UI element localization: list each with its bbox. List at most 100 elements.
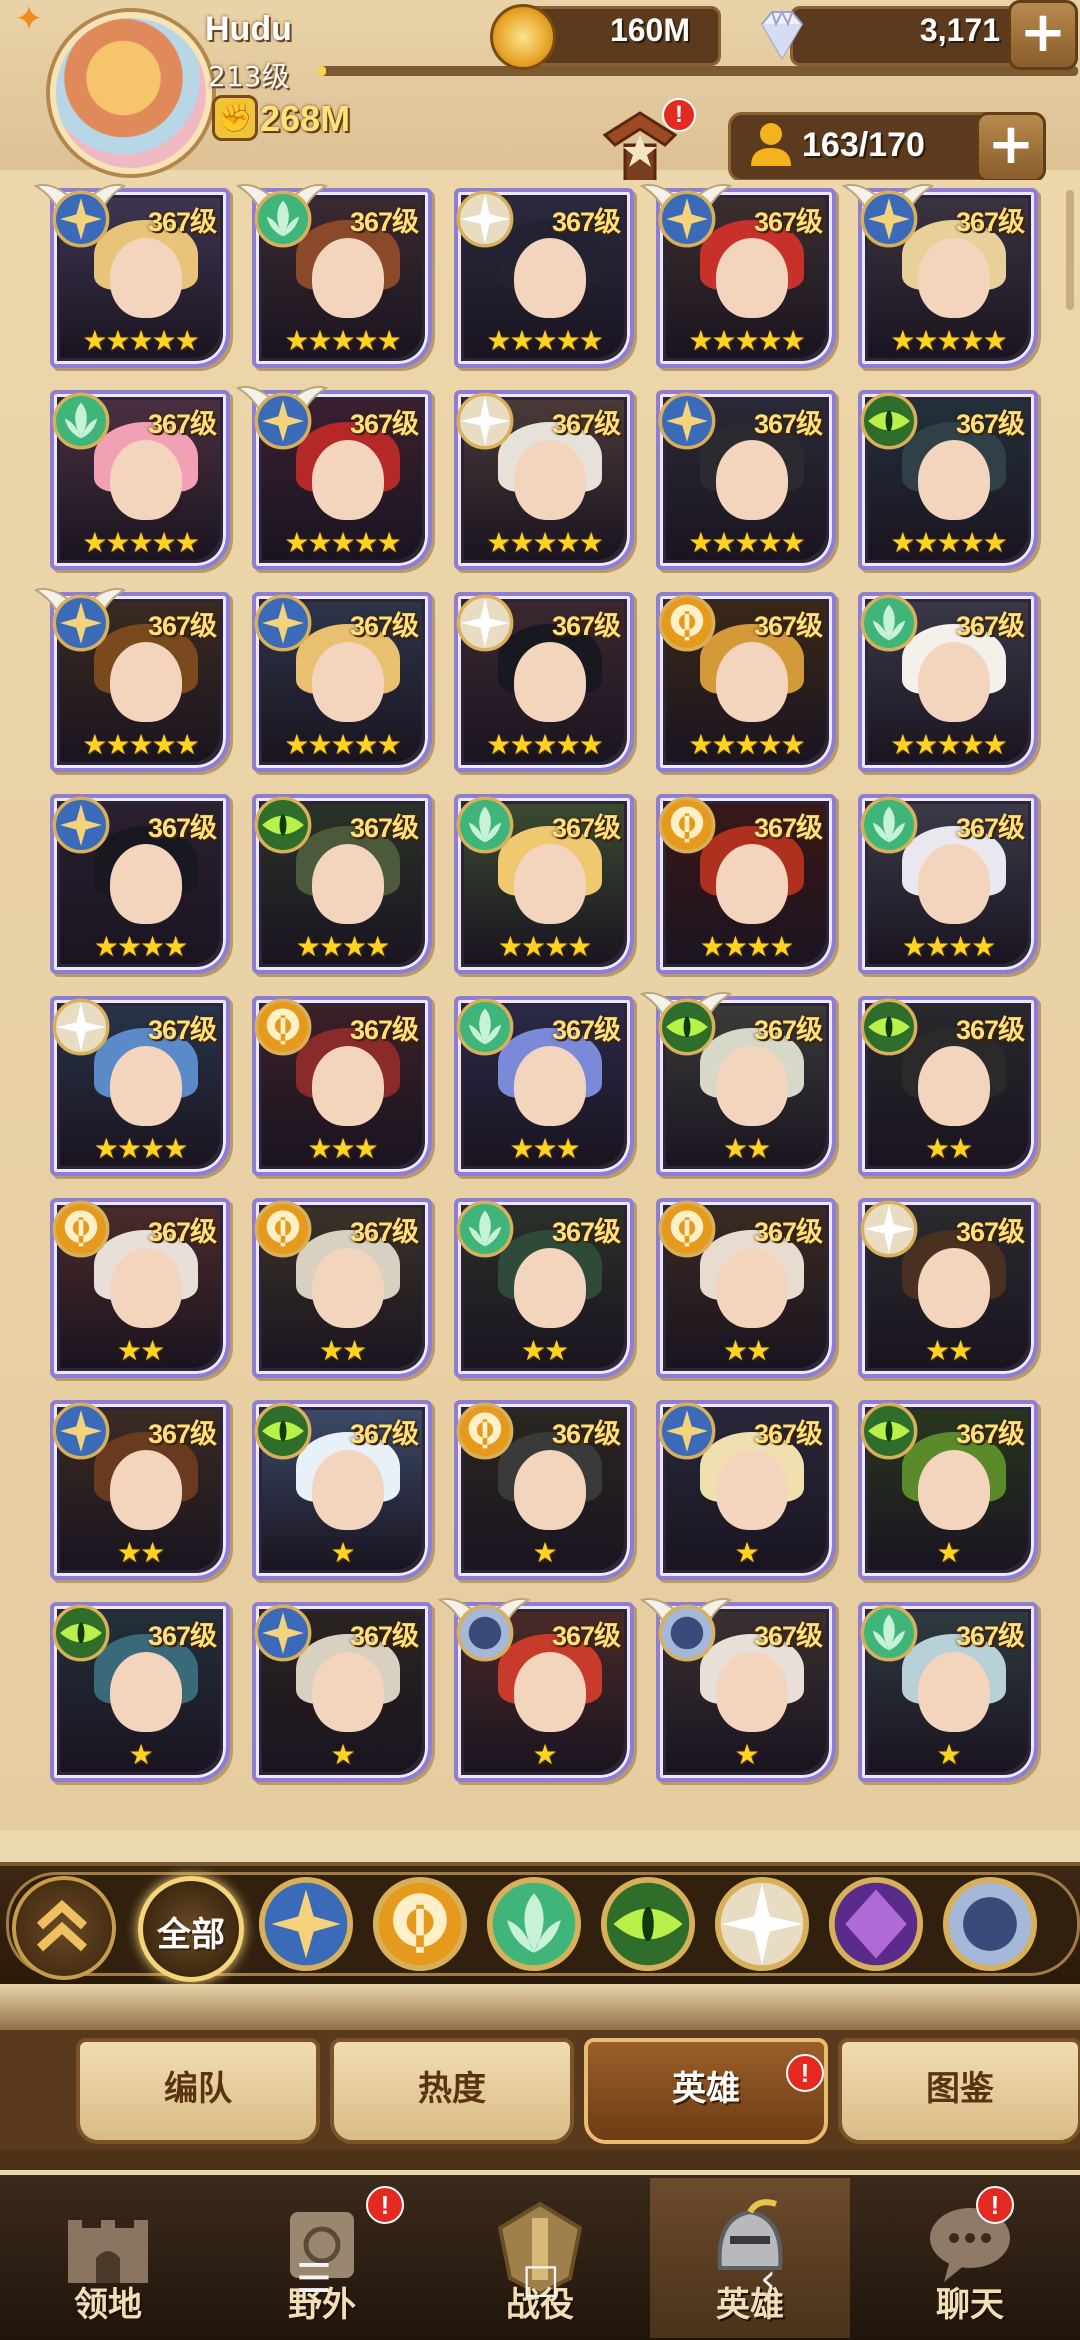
person-icon xyxy=(751,123,791,166)
hero-stars: ★★★★ xyxy=(93,1132,188,1165)
hero-level: 367级 xyxy=(551,1015,621,1045)
hero-level: 367级 xyxy=(147,1621,217,1651)
xp-bar-fill xyxy=(318,66,326,76)
buy-gems-button[interactable]: + xyxy=(1008,0,1078,70)
filter-lightbearer-button[interactable] xyxy=(258,1876,354,1972)
hero-face xyxy=(110,1652,182,1732)
hero-level: 367级 xyxy=(147,1419,217,1449)
tab-formation[interactable]: 编队 xyxy=(76,2038,320,2144)
hero-level: 367级 xyxy=(551,207,621,237)
hero-stars: ★★★★ xyxy=(295,930,390,963)
expand-roster-button[interactable]: + xyxy=(976,112,1046,182)
hero-stars: ★ xyxy=(128,1738,153,1771)
gold-value: 160M xyxy=(609,12,690,48)
hero-face xyxy=(716,1046,788,1126)
hero-stars: ★ xyxy=(532,1536,557,1569)
nav-territory[interactable]: 领地 xyxy=(8,2178,208,2338)
hero-stars: ★ xyxy=(330,1738,355,1771)
hero-stars: ★★ xyxy=(722,1334,771,1367)
hero-level: 367级 xyxy=(349,409,419,439)
hero-face xyxy=(110,238,182,318)
hero-face xyxy=(716,1652,788,1732)
hero-stars: ★★★★★ xyxy=(284,324,402,357)
hero-faction-graveborn-icon xyxy=(860,998,918,1056)
hero-faction-graveborn-icon xyxy=(52,1604,110,1662)
collapse-filters-button[interactable] xyxy=(12,1876,116,1980)
hero-face xyxy=(716,1248,788,1328)
filter-hypogean-button[interactable] xyxy=(828,1876,924,1972)
hero-level: 367级 xyxy=(955,1419,1025,1449)
filter-celestial-button[interactable] xyxy=(714,1876,810,1972)
hero-level: 367级 xyxy=(551,813,621,843)
hero-stars: ★★★★★ xyxy=(486,728,604,761)
hero-stars: ★★★★★ xyxy=(82,728,200,761)
nav-chat[interactable]: 聊天 xyxy=(870,2178,1070,2338)
hero-face xyxy=(514,642,586,722)
hero-stars: ★★★★★ xyxy=(688,728,806,761)
hero-faction-lightbearer-icon xyxy=(254,1604,312,1662)
system-menu-button[interactable]: ☰ xyxy=(296,2256,332,2302)
hero-face xyxy=(918,844,990,924)
hero-stars: ★★★★★ xyxy=(82,324,200,357)
hero-stars: ★ xyxy=(330,1536,355,1569)
hero-face xyxy=(312,1248,384,1328)
hero-faction-mauler-icon xyxy=(658,796,716,854)
hero-faction-graveborn-icon xyxy=(860,1402,918,1460)
hero-face xyxy=(918,440,990,520)
hero-faction-lightbearer-icon xyxy=(658,190,716,248)
hero-faction-celestial-icon xyxy=(52,998,110,1056)
hero-faction-wilder-icon xyxy=(456,998,514,1056)
hero-level: 367级 xyxy=(349,207,419,237)
hero-face xyxy=(110,1046,182,1126)
hero-stars: ★★★★ xyxy=(901,930,996,963)
system-home-button[interactable]: □ xyxy=(522,2256,560,2302)
tab-popularity[interactable]: 热度 xyxy=(330,2038,574,2144)
tab-heroes-label: 英雄 xyxy=(672,2069,740,2109)
hero-face xyxy=(918,1248,990,1328)
hero-faction-wilder-icon xyxy=(860,796,918,854)
hero-face xyxy=(514,1046,586,1126)
hero-face xyxy=(716,642,788,722)
hero-face xyxy=(514,1652,586,1732)
hero-face xyxy=(716,1450,788,1530)
hero-stars: ★★★★★ xyxy=(890,526,1008,559)
player-avatar[interactable] xyxy=(50,12,212,174)
hero-faction-wilder-icon xyxy=(456,1200,514,1258)
hero-level: 367级 xyxy=(349,611,419,641)
power-value: 268M xyxy=(260,98,351,139)
hero-faction-wilder-icon xyxy=(860,594,918,652)
hero-faction-celestial-icon xyxy=(456,190,514,248)
hero-stars: ★★ xyxy=(722,1132,771,1165)
tab-formation-label: 编队 xyxy=(164,2069,232,2109)
hero-face xyxy=(110,1450,182,1530)
filter-wilder-button[interactable] xyxy=(486,1876,582,1972)
filter-all-button[interactable]: 全部 xyxy=(138,1876,244,1982)
nav-territory-label: 领地 xyxy=(74,2285,142,2325)
hero-faction-dimensional-icon xyxy=(658,1604,716,1662)
avatar-frame-star-icon: ✦ xyxy=(14,0,44,39)
tab-collection[interactable]: 图鉴 xyxy=(838,2038,1080,2144)
filter-dimensional-button[interactable] xyxy=(942,1876,1038,1972)
hero-level: 367级 xyxy=(349,1621,419,1651)
hero-faction-celestial-icon xyxy=(456,392,514,450)
player-level: 213级 xyxy=(208,60,290,93)
player-name: Hudu xyxy=(205,10,292,48)
filter-graveborn-button[interactable] xyxy=(600,1876,696,1972)
hero-level: 367级 xyxy=(551,611,621,641)
hero-faction-graveborn-icon xyxy=(658,998,716,1056)
filter-mauler-button[interactable] xyxy=(372,1876,468,1972)
hero-face xyxy=(514,1248,586,1328)
hero-stars: ★ xyxy=(734,1536,759,1569)
system-back-button[interactable]: ‹ xyxy=(760,2256,776,2302)
scrollbar-thumb[interactable] xyxy=(1066,190,1074,310)
hero-faction-wilder-icon xyxy=(860,1604,918,1662)
double-chevron-up-icon xyxy=(36,1899,88,1952)
tab-heroes[interactable]: 英雄 xyxy=(584,2038,828,2144)
hero-faction-lightbearer-icon xyxy=(860,190,918,248)
hero-stars: ★★ xyxy=(924,1132,973,1165)
shrine-alert-badge: ! xyxy=(662,98,696,132)
hero-stars: ★★★ xyxy=(509,1132,580,1165)
tab-popularity-label: 热度 xyxy=(418,2069,486,2109)
hero-level: 367级 xyxy=(147,207,217,237)
hero-faction-wilder-icon xyxy=(456,796,514,854)
